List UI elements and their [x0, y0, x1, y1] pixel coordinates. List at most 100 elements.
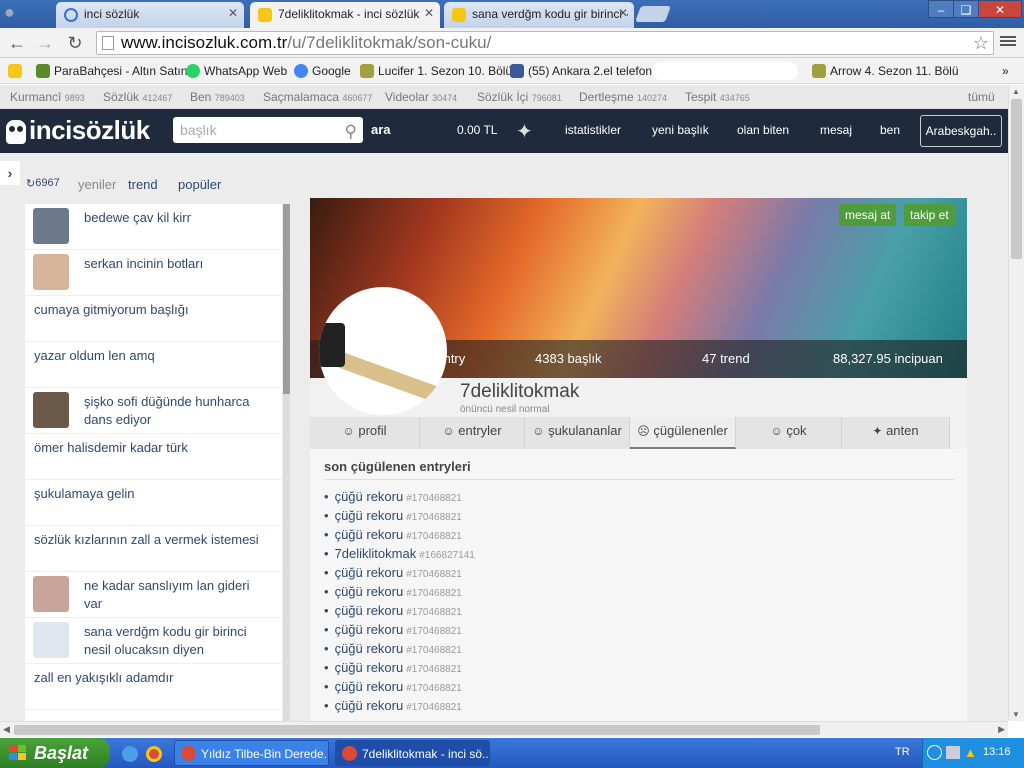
topic-list-item[interactable]: sözlük kızlarının zall a vermek istemesi: [25, 526, 282, 572]
page-horizontal-scrollbar[interactable]: ◀ ▶: [0, 721, 1008, 737]
bookmark-item[interactable]: (55) Ankara 2.el telefon: [510, 62, 652, 80]
topic-list-item[interactable]: şişko sofi düğünde hunharca dans ediyor: [25, 388, 282, 434]
entry-title[interactable]: 7deliklitokmak: [335, 546, 417, 561]
topic-title[interactable]: ömer halisdemir kadar türk: [34, 439, 274, 457]
topic-list-item[interactable]: yazar oldum len amq: [25, 342, 282, 388]
sidebar-toggle-icon[interactable]: ›: [0, 161, 20, 185]
entry-title[interactable]: çüğü rekoru: [335, 641, 404, 656]
topic-title[interactable]: zall en yakışıklı adamdır: [34, 669, 274, 687]
tab-profile[interactable]: ☺ profil: [310, 417, 420, 449]
entry-title[interactable]: çüğü rekoru: [335, 679, 404, 694]
bookmark-star-icon[interactable]: ☆: [973, 32, 989, 54]
browser-tab-2[interactable]: 7deliklitokmak - inci sözlük ✕: [250, 2, 440, 28]
tab-new[interactable]: yeniler: [78, 177, 116, 192]
topic-title[interactable]: sana verdğm kodu gir birinci nesil oluca…: [84, 623, 264, 659]
entry-title[interactable]: çüğü rekoru: [335, 489, 404, 504]
stat-topics[interactable]: 4383 başlık: [535, 351, 602, 366]
tab-popular[interactable]: popüler: [178, 177, 221, 192]
topic-list-item[interactable]: ömer halisdemir kadar türk: [25, 434, 282, 480]
entry-list-item[interactable]: çüğü rekoru#170468821: [324, 565, 462, 580]
entry-id[interactable]: #170468821: [406, 607, 462, 618]
entry-id[interactable]: #170468821: [406, 588, 462, 599]
back-arrow-icon[interactable]: ←: [6, 32, 28, 54]
entry-title[interactable]: çüğü rekoru: [335, 603, 404, 618]
entry-list-item[interactable]: çüğü rekoru#170468821: [324, 584, 462, 599]
entry-title[interactable]: çüğü rekoru: [335, 565, 404, 580]
topic-title[interactable]: ne kadar sanslıyım lan gideri var: [84, 577, 264, 613]
tab-most[interactable]: ☺ çok: [736, 417, 842, 449]
tab-liked[interactable]: ☺ şukulananlar: [525, 417, 630, 449]
entry-id[interactable]: #166827141: [419, 550, 475, 561]
topic-title[interactable]: şukulamaya gelin: [34, 485, 274, 503]
refresh-count[interactable]: ↻ 6967: [26, 177, 60, 190]
clock[interactable]: 13:16: [983, 746, 1011, 758]
apps-icon[interactable]: [8, 62, 24, 80]
entry-title[interactable]: çüğü rekoru: [335, 698, 404, 713]
category-link[interactable]: Ben 789403: [190, 90, 245, 104]
tab-trend[interactable]: trend: [128, 177, 158, 192]
entry-title[interactable]: çüğü rekoru: [335, 508, 404, 523]
entry-list-item[interactable]: 7deliklitokmak#166827141: [324, 546, 475, 561]
entry-id[interactable]: #170468821: [406, 683, 462, 694]
topic-title[interactable]: cumaya gitmiyorum başlığı: [34, 301, 274, 319]
minimize-button[interactable]: –: [928, 0, 954, 18]
reload-icon[interactable]: ↻: [64, 32, 86, 54]
stat-trend[interactable]: 47 trend: [702, 351, 750, 366]
balance-link[interactable]: 0.00 TL: [457, 123, 497, 137]
follow-button[interactable]: takip et: [904, 204, 955, 226]
page-vertical-scrollbar[interactable]: ▲ ▼: [1008, 85, 1024, 721]
tab-disliked[interactable]: ☹ çügülenenler: [630, 417, 736, 449]
network-icon[interactable]: [946, 746, 960, 759]
bookmark-item[interactable]: Arrow 4. Sezon 11. Bölü: [812, 62, 959, 80]
topic-title[interactable]: serkan incinin botları: [84, 255, 264, 273]
entry-list-item[interactable]: çüğü rekoru#170468821: [324, 679, 462, 694]
search-input[interactable]: başlık ⚲: [173, 117, 363, 143]
bookmark-item[interactable]: Lucifer 1. Sezon 10. Bölü: [360, 62, 512, 80]
language-indicator[interactable]: TR: [895, 746, 910, 758]
nav-new-topic[interactable]: yeni başlık: [652, 123, 709, 137]
entry-id[interactable]: #170468821: [406, 645, 462, 656]
new-tab-button[interactable]: [635, 6, 671, 22]
topic-list-item[interactable]: zall en yakışıklı adamdır: [25, 664, 282, 710]
close-window-button[interactable]: ✕: [978, 0, 1022, 18]
browser-tab-3[interactable]: sana verdğm kodu gir birinci · ✕: [444, 2, 634, 28]
address-bar[interactable]: www.incisozluk.com.tr/u/7deliklitokmak/s…: [96, 31, 994, 55]
entry-id[interactable]: #170468821: [406, 512, 462, 523]
topic-title[interactable]: bedewe çav kil kirr: [84, 209, 264, 227]
category-link[interactable]: Dertleşme 140274: [579, 90, 667, 104]
topic-list-item[interactable]: sana verdğm kodu gir birinci nesil oluca…: [25, 618, 282, 664]
entry-id[interactable]: #170468821: [406, 702, 462, 713]
start-button[interactable]: Başlat: [0, 738, 110, 768]
topic-title[interactable]: şişko sofi düğünde hunharca dans ediyor: [84, 393, 264, 429]
quicklaunch-icon[interactable]: [122, 746, 138, 762]
close-tab-icon[interactable]: ✕: [618, 6, 628, 20]
maximize-button[interactable]: ❑: [953, 0, 979, 18]
entry-list-item[interactable]: çüğü rekoru#170468821: [324, 508, 462, 523]
entry-list-item[interactable]: çüğü rekoru#170468821: [324, 641, 462, 656]
entry-id[interactable]: #170468821: [406, 664, 462, 675]
entry-list-item[interactable]: çüğü rekoru#170468821: [324, 489, 462, 504]
warning-icon[interactable]: ▲: [964, 745, 977, 760]
satellite-icon[interactable]: ✦: [516, 119, 533, 144]
scroll-thumb[interactable]: [14, 725, 820, 735]
topic-channel-button[interactable]: Arabeskgah..: [920, 115, 1002, 147]
category-link[interactable]: Videolar 30474: [385, 90, 457, 104]
send-message-button[interactable]: mesaj at: [839, 204, 897, 226]
taskbar-window-1[interactable]: Yıldız Tilbe-Bin Derede...: [174, 740, 329, 766]
topic-list-item[interactable]: serkan incinin botları: [25, 250, 282, 296]
topic-list-scrollbar[interactable]: [283, 204, 290, 721]
chrome-menu-icon[interactable]: [1000, 34, 1016, 50]
category-link[interactable]: Saçmalamaca 460677: [263, 90, 372, 104]
browser-tab-1[interactable]: inci sözlük ✕: [56, 2, 244, 28]
category-link[interactable]: Sözlük İçi 796081: [477, 90, 562, 104]
topic-list-item[interactable]: ne kadar sanslıyım lan gideri var: [25, 572, 282, 618]
topic-list-item[interactable]: şukulamaya gelin: [25, 480, 282, 526]
category-link[interactable]: Kurmancî 9893: [10, 90, 85, 104]
topic-title[interactable]: sözlük kızlarının zall a vermek istemesi: [34, 531, 274, 549]
bookmark-item[interactable]: WhatsApp Web: [186, 62, 287, 80]
close-tab-icon[interactable]: ✕: [424, 6, 434, 20]
more-bookmarks-button[interactable]: »: [1002, 62, 1009, 80]
entry-id[interactable]: #170468821: [406, 569, 462, 580]
nav-me[interactable]: ben: [880, 123, 900, 137]
entry-id[interactable]: #170468821: [406, 626, 462, 637]
